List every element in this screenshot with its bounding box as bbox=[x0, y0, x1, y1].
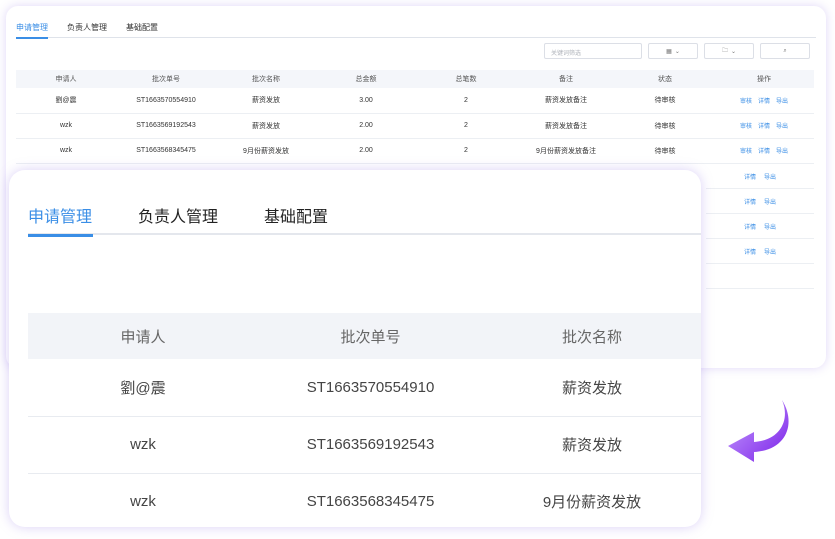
table-row: wzk ST1663569192543 薪资发放 2.00 2 薪资发放备注 待… bbox=[16, 113, 814, 139]
column-header: 总笔数 bbox=[416, 70, 516, 88]
batch-name-cell: 薪资发放 bbox=[483, 359, 701, 417]
status-cell: 待审核 bbox=[616, 138, 714, 164]
grid-icon: ▦ bbox=[666, 48, 672, 55]
curved-arrow-icon bbox=[728, 400, 789, 462]
export-link[interactable]: 导出 bbox=[764, 247, 776, 256]
details-link[interactable]: 详情 bbox=[758, 99, 770, 105]
export-link[interactable]: 导出 bbox=[764, 222, 776, 231]
folder-icon: 🗀 bbox=[721, 48, 728, 54]
table-row: wzk ST1663568345475 9月份薪资发放 2.00 2 9月份薪资… bbox=[16, 138, 814, 164]
tab-settings[interactable]: 基础配置 bbox=[264, 198, 328, 235]
column-header: 批次单号 bbox=[258, 313, 483, 359]
applicant-cell: wzk bbox=[16, 138, 116, 164]
tab-applications[interactable]: 申请管理 bbox=[16, 16, 48, 39]
search-input[interactable]: 关键词筛选 bbox=[544, 43, 642, 59]
column-header: 状态 bbox=[616, 70, 714, 88]
batch-name-cell: 薪资发放 bbox=[216, 113, 316, 139]
batch-name-cell: 薪资发放 bbox=[483, 416, 701, 474]
column-header: 备注 bbox=[516, 70, 616, 88]
table-row: wzk ST1663568345475 9月份薪资发放 bbox=[28, 473, 701, 527]
search-button[interactable]: ⌕ bbox=[760, 43, 810, 59]
table-row: 详情 导出 bbox=[706, 189, 814, 214]
actions-cell: 审核 详情 导出 bbox=[714, 88, 814, 114]
folder-dropdown[interactable]: 🗀 ⌄ bbox=[704, 43, 754, 59]
actions-cell: 审核 详情 导出 bbox=[714, 138, 814, 164]
applicant-cell: 劉@震 bbox=[16, 88, 116, 114]
batch-name-cell: 薪资发放 bbox=[216, 88, 316, 114]
zoomed-window: 申请管理 负责人管理 基础配置 申请人 批次单号 批次名称 劉@震 ST1663… bbox=[9, 170, 701, 527]
batch-no-cell: ST1663569192543 bbox=[258, 416, 483, 474]
batch-no-cell: ST1663568345475 bbox=[116, 138, 216, 164]
toolbar: 关键词筛选 ▦ ⌄ 🗀 ⌄ ⌕ bbox=[544, 43, 810, 59]
applications-table-zoomed: 申请人 批次单号 批次名称 劉@震 ST1663570554910 薪资发放 w… bbox=[28, 313, 701, 527]
note-cell: 9月份薪资发放备注 bbox=[516, 138, 616, 164]
table-row: 详情 导出 bbox=[706, 214, 814, 239]
tab-managers[interactable]: 负责人管理 bbox=[138, 198, 218, 235]
note-cell: 薪资发放备注 bbox=[516, 88, 616, 114]
table-row: 详情 导出 bbox=[706, 164, 814, 189]
batch-no-cell: ST1663568345475 bbox=[258, 473, 483, 527]
export-link[interactable]: 导出 bbox=[776, 124, 788, 130]
applicant-cell: wzk bbox=[16, 113, 116, 139]
note-cell: 薪资发放备注 bbox=[516, 113, 616, 139]
actions-cell: 审核 详情 导出 bbox=[714, 113, 814, 139]
details-link[interactable]: 详情 bbox=[744, 197, 756, 206]
view-dropdown[interactable]: ▦ ⌄ bbox=[648, 43, 698, 59]
details-link[interactable]: 详情 bbox=[758, 149, 770, 155]
column-header: 批次单号 bbox=[116, 70, 216, 88]
table-row: 详情 导出 bbox=[706, 239, 814, 264]
details-link[interactable]: 详情 bbox=[744, 222, 756, 231]
column-header: 批次名称 bbox=[483, 313, 701, 359]
export-link[interactable]: 导出 bbox=[764, 172, 776, 181]
amount-cell: 3.00 bbox=[316, 88, 416, 114]
column-header: 申请人 bbox=[28, 313, 258, 359]
table-row: 劉@震 ST1663570554910 薪资发放 bbox=[28, 359, 701, 417]
chevron-down-icon: ⌄ bbox=[674, 48, 680, 55]
tab-managers[interactable]: 负责人管理 bbox=[67, 16, 107, 38]
column-header: 操作 bbox=[714, 70, 814, 88]
count-cell: 2 bbox=[416, 138, 516, 164]
table-row: 劉@震 ST1663570554910 薪资发放 3.00 2 薪资发放备注 待… bbox=[16, 88, 814, 114]
count-cell: 2 bbox=[416, 113, 516, 139]
column-header: 申请人 bbox=[16, 70, 116, 88]
review-link[interactable]: 审核 bbox=[740, 149, 752, 155]
table-header-row: 申请人 批次单号 批次名称 bbox=[28, 313, 701, 359]
review-link[interactable]: 审核 bbox=[740, 124, 752, 130]
column-header: 批次名称 bbox=[216, 70, 316, 88]
status-cell: 待审核 bbox=[616, 113, 714, 139]
batch-no-cell: ST1663569192543 bbox=[116, 113, 216, 139]
details-link[interactable]: 详情 bbox=[758, 124, 770, 130]
applicant-cell: 劉@震 bbox=[28, 359, 258, 417]
export-link[interactable]: 导出 bbox=[776, 149, 788, 155]
applications-table: 申请人 批次单号 批次名称 总金额 总笔数 备注 状态 操作 劉@震 ST166… bbox=[16, 70, 814, 164]
export-link[interactable]: 导出 bbox=[764, 197, 776, 206]
export-link[interactable]: 导出 bbox=[776, 99, 788, 105]
search-icon: ⌕ bbox=[783, 47, 787, 54]
table-row: wzk ST1663569192543 薪资发放 bbox=[28, 416, 701, 474]
tab-applications[interactable]: 申请管理 bbox=[28, 198, 94, 237]
column-header: 总金额 bbox=[316, 70, 416, 88]
applicant-cell: wzk bbox=[28, 473, 258, 527]
table-row-empty bbox=[706, 264, 814, 289]
details-link[interactable]: 详情 bbox=[744, 247, 756, 256]
status-cell: 待审核 bbox=[616, 88, 714, 114]
batch-name-cell: 9月份薪资发放 bbox=[483, 473, 701, 527]
amount-cell: 2.00 bbox=[316, 113, 416, 139]
applicant-cell: wzk bbox=[28, 416, 258, 474]
tab-bar: 申请管理 负责人管理 基础配置 bbox=[16, 16, 816, 39]
tab-bar: 申请管理 负责人管理 基础配置 bbox=[28, 198, 701, 237]
amount-cell: 2.00 bbox=[316, 138, 416, 164]
details-link[interactable]: 详情 bbox=[744, 172, 756, 181]
batch-name-cell: 9月份薪资发放 bbox=[216, 138, 316, 164]
review-link[interactable]: 审核 bbox=[740, 99, 752, 105]
batch-no-cell: ST1663570554910 bbox=[116, 88, 216, 114]
batch-no-cell: ST1663570554910 bbox=[258, 359, 483, 417]
tab-settings[interactable]: 基础配置 bbox=[126, 16, 158, 38]
table-header-row: 申请人 批次单号 批次名称 总金额 总笔数 备注 状态 操作 bbox=[16, 70, 814, 88]
count-cell: 2 bbox=[416, 88, 516, 114]
chevron-down-icon: ⌄ bbox=[730, 48, 737, 55]
